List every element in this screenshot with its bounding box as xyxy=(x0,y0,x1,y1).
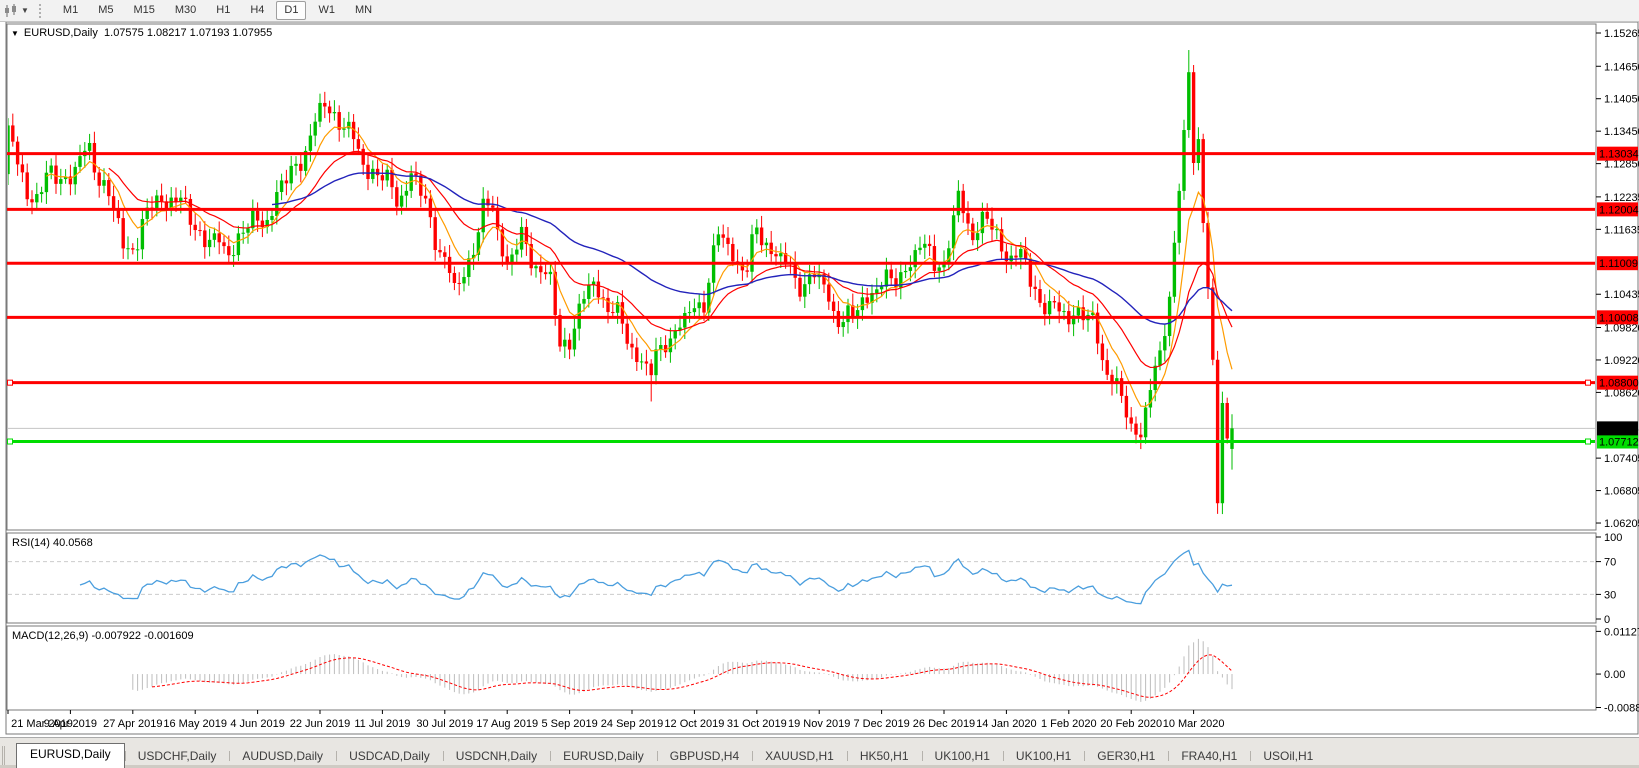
timeframe-button-d1[interactable]: D1 xyxy=(276,1,306,20)
svg-text:1.07405: 1.07405 xyxy=(1604,453,1639,465)
svg-text:100: 100 xyxy=(1604,532,1622,544)
svg-text:4 Jun 2019: 4 Jun 2019 xyxy=(230,718,284,730)
svg-text:26 Dec 2019: 26 Dec 2019 xyxy=(913,718,975,730)
timeframe-button-m5[interactable]: M5 xyxy=(90,1,121,20)
tabbar-grip[interactable] xyxy=(2,746,14,766)
toolbar-grip[interactable] xyxy=(39,4,45,18)
svg-text:0.00: 0.00 xyxy=(1604,669,1625,681)
svg-text:5 Sep 2019: 5 Sep 2019 xyxy=(541,718,597,730)
svg-text:1.13450: 1.13450 xyxy=(1604,126,1639,138)
price-chart-canvas[interactable]: 1.152651.146501.140501.134501.128501.122… xyxy=(0,0,1639,767)
ohlc-high: 1.08217 xyxy=(147,27,187,39)
svg-text:19 Nov 2019: 19 Nov 2019 xyxy=(788,718,850,730)
candlestick-chart-icon-glyph xyxy=(4,4,18,18)
svg-text:16 May 2019: 16 May 2019 xyxy=(163,718,227,730)
svg-text:14 Jan 2020: 14 Jan 2020 xyxy=(976,718,1037,730)
svg-text:31 Oct 2019: 31 Oct 2019 xyxy=(727,718,787,730)
svg-text:1.07712: 1.07712 xyxy=(1599,437,1639,449)
chart-type-dropdown-caret-icon[interactable]: ▼ xyxy=(21,6,29,15)
chart-tab-eurusd-daily[interactable]: EURUSD,Daily xyxy=(16,743,125,768)
svg-text:-0.008837: -0.008837 xyxy=(1604,702,1639,714)
svg-text:30 Jul 2019: 30 Jul 2019 xyxy=(416,718,473,730)
svg-text:7 Dec 2019: 7 Dec 2019 xyxy=(853,718,909,730)
timeframe-button-h1[interactable]: H1 xyxy=(208,1,238,20)
hline-handle[interactable] xyxy=(1586,380,1591,385)
hline-handle[interactable] xyxy=(1586,439,1591,444)
svg-text:22 Jun 2019: 22 Jun 2019 xyxy=(290,718,351,730)
svg-text:0.011277: 0.011277 xyxy=(1604,626,1639,638)
rsi-value: 40.0568 xyxy=(53,537,93,549)
svg-text:1.08800: 1.08800 xyxy=(1599,378,1639,390)
svg-text:12 Oct 2019: 12 Oct 2019 xyxy=(664,718,724,730)
timeframe-button-m30[interactable]: M30 xyxy=(167,1,204,20)
timeframe-button-m1[interactable]: M1 xyxy=(55,1,86,20)
svg-text:17 Aug 2019: 17 Aug 2019 xyxy=(476,718,538,730)
ohlc-close: 1.07955 xyxy=(233,27,273,39)
svg-text:0: 0 xyxy=(1604,614,1610,626)
svg-text:1 Feb 2020: 1 Feb 2020 xyxy=(1041,718,1097,730)
svg-text:1.10435: 1.10435 xyxy=(1604,289,1639,301)
hline-handle[interactable] xyxy=(8,380,13,385)
macd-name: MACD(12,26,9) xyxy=(12,630,88,642)
svg-text:1.06805: 1.06805 xyxy=(1604,486,1639,498)
svg-text:24 Sep 2019: 24 Sep 2019 xyxy=(601,718,663,730)
svg-text:1.15265: 1.15265 xyxy=(1604,28,1639,40)
chart-ohlc-title: ▼ EURUSD,Daily 1.07575 1.08217 1.07193 1.… xyxy=(11,27,272,39)
timeframe-button-h4[interactable]: H4 xyxy=(242,1,272,20)
svg-text:1.11009: 1.11009 xyxy=(1599,258,1638,270)
svg-text:9 Apr 2019: 9 Apr 2019 xyxy=(44,718,97,730)
macd-main-value: -0.007922 xyxy=(91,630,141,642)
chart-window-frame xyxy=(6,22,1638,734)
svg-text:11 Jul 2019: 11 Jul 2019 xyxy=(354,718,410,730)
svg-text:1.11635: 1.11635 xyxy=(1604,224,1639,236)
svg-text:1.12235: 1.12235 xyxy=(1604,192,1639,204)
svg-text:20 Feb 2020: 20 Feb 2020 xyxy=(1100,718,1162,730)
ohlc-low: 1.07193 xyxy=(190,27,230,39)
timeframe-toolbar: ▼ M1M5M15 M30H1H4D1W1MN xyxy=(0,0,1639,22)
svg-text:30: 30 xyxy=(1604,589,1616,601)
timeframe-button-mn[interactable]: MN xyxy=(347,1,380,20)
svg-text:27 Apr 2019: 27 Apr 2019 xyxy=(103,718,162,730)
timeframe-button-w1[interactable]: W1 xyxy=(310,1,343,20)
rsi-indicator-label: RSI(14) 40.0568 xyxy=(12,537,93,549)
rsi-name: RSI(14) xyxy=(12,537,50,549)
candlestick-chart-icon[interactable] xyxy=(2,3,20,19)
ohlc-open: 1.07575 xyxy=(104,27,144,39)
collapse-caret-icon[interactable]: ▼ xyxy=(11,29,19,38)
svg-text:1.06205: 1.06205 xyxy=(1604,518,1639,530)
svg-text:1.09220: 1.09220 xyxy=(1604,355,1639,367)
hline-handle[interactable] xyxy=(8,439,13,444)
svg-text:1.10008: 1.10008 xyxy=(1599,312,1639,324)
timeframe-buttons: M1M5M15 M30H1H4D1W1MN xyxy=(53,1,382,20)
macd-signal-value: -0.001609 xyxy=(144,630,194,642)
svg-text:70: 70 xyxy=(1604,557,1616,569)
svg-text:1.14650: 1.14650 xyxy=(1604,61,1639,73)
chart-symbol-label: EURUSD,Daily xyxy=(24,27,98,39)
svg-text:1.12004: 1.12004 xyxy=(1599,204,1639,216)
macd-indicator-label: MACD(12,26,9) -0.007922 -0.001609 xyxy=(12,630,194,642)
svg-text:1.13034: 1.13034 xyxy=(1599,149,1639,161)
chart-tabs-bar: EURUSD,DailyUSDCHF,DailyAUDUSD,DailyUSDC… xyxy=(0,737,1639,768)
svg-text:1.14050: 1.14050 xyxy=(1604,94,1639,106)
svg-text:1.07955: 1.07955 xyxy=(1599,423,1639,435)
svg-text:10 Mar 2020: 10 Mar 2020 xyxy=(1163,718,1225,730)
timeframe-button-m15[interactable]: M15 xyxy=(125,1,162,20)
